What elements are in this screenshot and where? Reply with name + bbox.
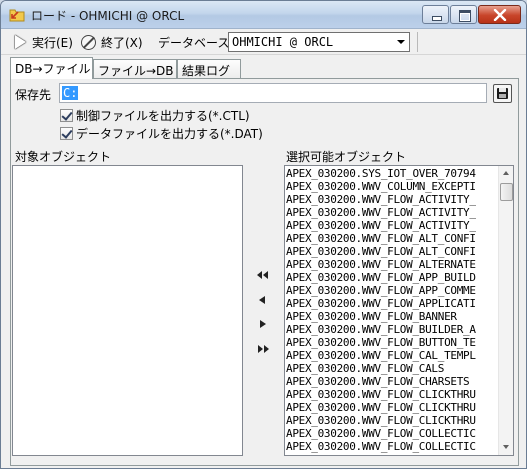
list-item[interactable]: APEX_030200.WWV_FLOW_BANNER <box>286 310 498 323</box>
run-button[interactable]: 実行(E) <box>15 33 73 51</box>
available-objects-label: 選択可能オブジェクト <box>286 150 407 164</box>
exit-button[interactable]: 終了(X) <box>81 33 143 51</box>
save-destination-input[interactable]: C: <box>59 83 487 103</box>
available-objects-list[interactable]: APEX_030200.SYS_IOT_OVER_70794 APEX_03020… <box>284 165 514 456</box>
list-item[interactable]: APEX_030200.WWV_FLOW_ACTIVITY_ <box>286 193 498 206</box>
list-item[interactable]: APEX_030200.WWV_FLOW_ALT_CONFI <box>286 245 498 258</box>
list-item[interactable]: APEX_030200.WWV_FLOW_CLICKTHRU <box>286 388 498 401</box>
tab-db-to-file[interactable]: DB→ファイル <box>10 57 93 79</box>
right-arrow-icon <box>260 320 266 328</box>
move-all-left-button[interactable] <box>255 269 271 281</box>
output-dat-checkbox[interactable] <box>60 127 73 140</box>
target-objects-label: 対象オブジェクト <box>15 150 112 164</box>
folder-arrow-icon <box>9 9 25 22</box>
run-label: 実行(E) <box>32 35 73 50</box>
list-item[interactable]: APEX_030200.WWV_FLOW_ALTERNATE <box>286 258 498 271</box>
list-item[interactable]: APEX_030200.WWV_FLOW_CALS <box>286 362 498 375</box>
list-item[interactable]: APEX_030200.WWV_FLOW_COLLECTIC <box>286 440 498 453</box>
list-item[interactable]: APEX_030200.WWV_FLOW_BUTTON_TE <box>286 336 498 349</box>
list-item[interactable]: APEX_030200.WWV_FLOW_ACTIVITY_ <box>286 219 498 232</box>
scroll-up-icon[interactable] <box>499 166 513 181</box>
double-right-arrow-icon <box>258 345 269 353</box>
list-item[interactable]: APEX_030200.WWV_FLOW_APPLICATI <box>286 297 498 310</box>
list-item[interactable]: APEX_030200.WWV_FLOW_CHARSETS <box>286 375 498 388</box>
list-item[interactable]: APEX_030200.WWV_FLOW_ACTIVITY_ <box>286 206 498 219</box>
database-select-value: OHMICHI @ ORCL <box>232 35 334 49</box>
no-entry-icon <box>81 34 96 50</box>
title-bar[interactable]: ロード - OHMICHI @ ORCL <box>1 1 526 29</box>
chevron-down-icon <box>397 40 405 44</box>
move-left-button[interactable] <box>255 294 271 306</box>
move-all-right-button[interactable] <box>255 343 271 355</box>
output-dat-label: データファイルを出力する(*.DAT) <box>76 127 263 141</box>
play-icon <box>15 35 26 49</box>
tab-result-log[interactable]: 結果ログ <box>177 59 241 79</box>
list-item[interactable]: APEX_030200.WWV_FLOW_BUILDER_A <box>286 323 498 336</box>
toolbar: 実行(E) 終了(X) データベース OHMICHI @ ORCL <box>1 29 526 55</box>
toolbar-separator <box>417 32 418 52</box>
available-objects-items: APEX_030200.SYS_IOT_OVER_70794 APEX_03020… <box>286 167 498 455</box>
move-right-button[interactable] <box>255 318 271 330</box>
scroll-thumb[interactable] <box>500 183 513 201</box>
available-objects-scrollbar[interactable] <box>498 166 513 455</box>
list-item[interactable]: APEX_030200.WWV_FLOW_ALT_CONFI <box>286 232 498 245</box>
list-item[interactable]: APEX_030200.WWV_FLOW_COLLECTIC <box>286 427 498 440</box>
list-item[interactable]: APEX_030200.WWV_FLOW_CLICKTHRU <box>286 414 498 427</box>
load-window: ロード - OHMICHI @ ORCL 実行(E) 終了(X) データベース … <box>0 0 527 469</box>
floppy-disk-icon <box>497 88 508 99</box>
scroll-down-icon[interactable] <box>499 440 513 455</box>
list-item[interactable]: APEX_030200.WWV_FLOW_APP_BUILD <box>286 271 498 284</box>
list-item[interactable]: APEX_030200.WWV_FLOW_COMBINED <box>286 453 498 455</box>
database-select[interactable]: OHMICHI @ ORCL <box>228 32 410 52</box>
window-title: ロード - OHMICHI @ ORCL <box>31 9 185 23</box>
close-icon <box>493 9 507 21</box>
output-ctl-checkbox-row[interactable]: 制御ファイルを出力する(*.CTL) <box>60 107 250 124</box>
list-item[interactable]: APEX_030200.WWV_FLOW_CLICKTHRU <box>286 401 498 414</box>
save-destination-label: 保存先 <box>15 88 52 102</box>
output-ctl-checkbox[interactable] <box>60 109 73 122</box>
list-item[interactable]: APEX_030200.WWV_FLOW_CAL_TEMPL <box>286 349 498 362</box>
close-button[interactable] <box>478 5 521 24</box>
maximize-button[interactable] <box>450 5 477 24</box>
tab-file-to-db[interactable]: ファイル→DB <box>93 59 177 79</box>
output-ctl-label: 制御ファイルを出力する(*.CTL) <box>76 109 250 123</box>
output-dat-checkbox-row[interactable]: データファイルを出力する(*.DAT) <box>60 125 263 142</box>
list-item[interactable]: APEX_030200.SYS_IOT_OVER_70794 <box>286 167 498 180</box>
target-objects-list[interactable] <box>12 165 243 456</box>
list-item[interactable]: APEX_030200.WWV_COLUMN_EXCEPTI <box>286 180 498 193</box>
left-arrow-icon <box>259 296 265 304</box>
list-item[interactable]: APEX_030200.WWV_FLOW_APP_COMME <box>286 284 498 297</box>
minimize-button[interactable] <box>422 5 449 24</box>
double-left-arrow-icon <box>257 271 268 279</box>
browse-save-button[interactable] <box>493 84 512 103</box>
save-destination-value: C: <box>62 86 79 100</box>
exit-label: 終了(X) <box>101 35 143 50</box>
database-label: データベース <box>158 35 230 50</box>
